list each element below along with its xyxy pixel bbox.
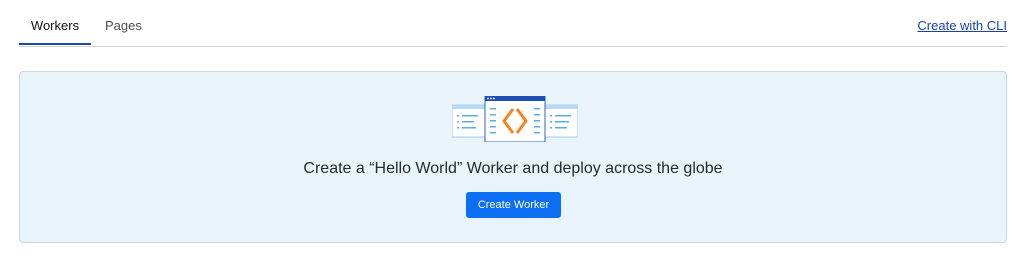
code-windows-illustration-icon (452, 96, 578, 142)
create-worker-button-label: Create Worker (477, 199, 550, 211)
tab-workers-label: Workers (30, 18, 80, 33)
tab-workers[interactable]: Workers (19, 18, 91, 46)
tab-pages-label: Pages (105, 18, 142, 33)
empty-state-headline: Create a “Hello World” Worker and deploy… (303, 160, 723, 177)
active-tab-indicator (19, 43, 91, 45)
empty-state-card: Create a “Hello World” Worker and deploy… (19, 71, 1007, 243)
create-with-cli-link[interactable]: Create with CLI (917, 18, 1007, 33)
tab-bar: Workers Pages (19, 0, 1007, 47)
create-worker-button[interactable]: Create Worker (466, 192, 561, 218)
tab-pages[interactable]: Pages (105, 18, 142, 46)
